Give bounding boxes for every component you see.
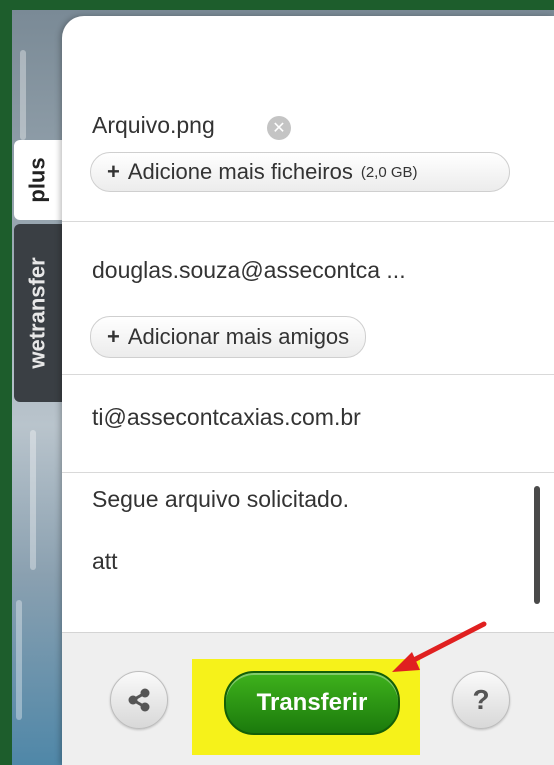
- share-icon: [128, 688, 150, 712]
- tab-plus-label: plus: [24, 157, 50, 203]
- message-scrollbar[interactable]: [534, 486, 540, 604]
- remove-file-icon[interactable]: ✕: [267, 116, 291, 140]
- message-line: att: [92, 548, 118, 574]
- footer-bar: Transferir ?: [62, 632, 554, 765]
- sender-email-field[interactable]: ti@assecontcaxias.com.br: [92, 404, 361, 431]
- recipients-section: douglas.souza@assecontca ... + Adicionar…: [62, 221, 554, 375]
- tab-plus[interactable]: plus: [14, 140, 62, 220]
- help-button[interactable]: ?: [452, 671, 510, 729]
- add-files-label: Adicione mais ficheiros: [127, 159, 353, 184]
- share-button[interactable]: [110, 671, 168, 729]
- message-field[interactable]: Segue arquivo solicitado. att: [62, 472, 554, 632]
- add-friends-button[interactable]: + Adicionar mais amigos: [90, 316, 367, 358]
- transfer-panel: Arquivo.png ✕ + Adicione mais ficheiros …: [62, 16, 554, 765]
- sender-section: ti@assecontcaxias.com.br: [62, 374, 554, 473]
- size-limit: (2,0 GB): [360, 163, 418, 181]
- tab-wetransfer[interactable]: wetransfer: [14, 224, 62, 402]
- add-files-button[interactable]: + Adicione mais ficheiros (2,0 GB): [90, 152, 510, 192]
- add-friends-label: Adicionar mais amigos: [127, 324, 350, 349]
- recipient-email-field[interactable]: douglas.souza@assecontca ...: [92, 257, 406, 284]
- plus-icon: +: [107, 159, 120, 184]
- file-name: Arquivo.png: [92, 112, 215, 138]
- transfer-button[interactable]: Transferir: [224, 671, 400, 735]
- tab-wetransfer-label: wetransfer: [25, 257, 50, 369]
- plus-icon: +: [107, 324, 120, 349]
- message-line: Segue arquivo solicitado.: [92, 486, 349, 512]
- files-section: Arquivo.png ✕ + Adicione mais ficheiros …: [62, 16, 554, 222]
